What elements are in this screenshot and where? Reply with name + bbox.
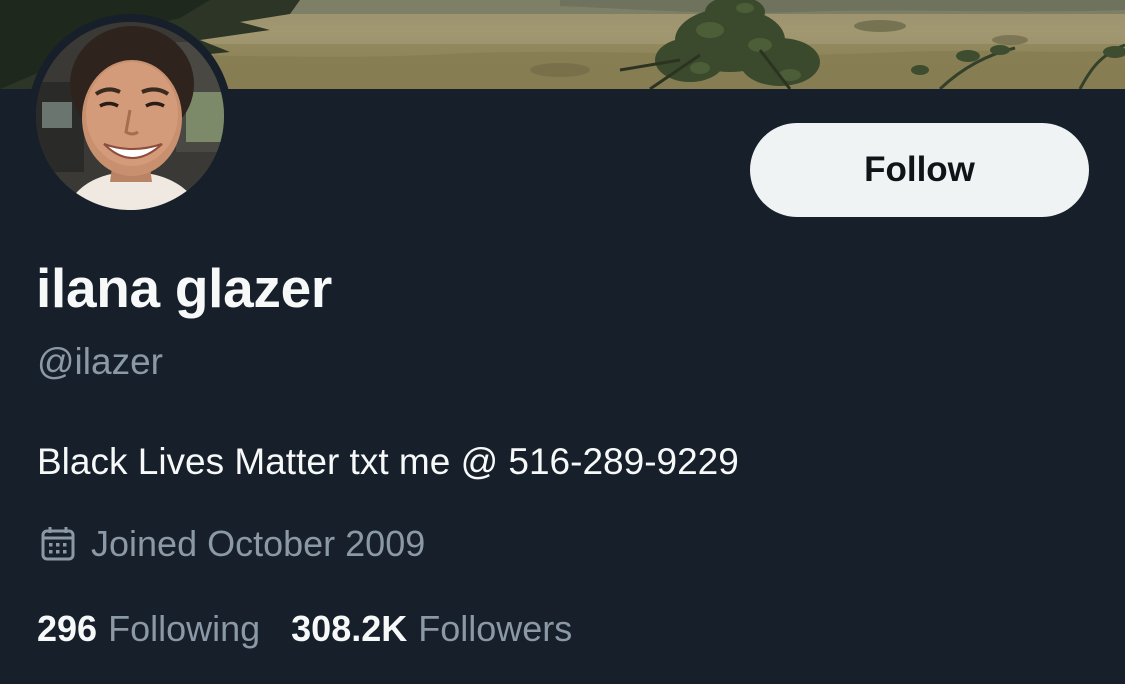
follow-button[interactable]: Follow [750, 123, 1089, 217]
profile-stats: 296 Following 308.2K Followers [37, 604, 572, 654]
followers-stat[interactable]: 308.2K Followers [291, 604, 572, 654]
following-count: 296 [37, 608, 98, 649]
followers-label: Followers [418, 608, 573, 649]
avatar-photo [36, 22, 224, 210]
user-handle: @ilazer [37, 341, 163, 382]
calendar-icon [39, 525, 77, 563]
joined-text: Joined October 2009 [91, 523, 426, 564]
following-label: Following [108, 608, 261, 649]
display-name: ilana glazer [36, 257, 332, 319]
followers-count: 308.2K [291, 608, 408, 649]
profile-header: Follow ilana glazer @ilazer Black Lives … [0, 0, 1125, 684]
following-stat[interactable]: 296 Following [37, 604, 260, 654]
profile-bio: Black Lives Matter txt me @ 516-289-9229 [37, 441, 739, 482]
joined-date: Joined October 2009 [39, 520, 425, 568]
avatar[interactable] [36, 22, 224, 210]
